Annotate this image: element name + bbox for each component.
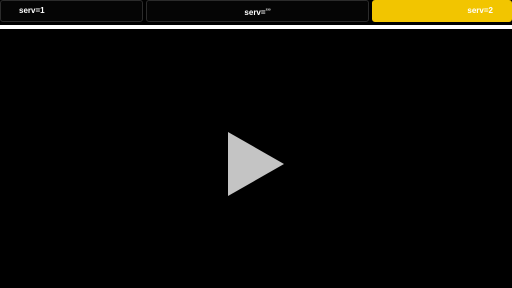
video-page: serv=1 serv=²³³ serv=2 xyxy=(0,0,512,288)
play-icon xyxy=(228,132,284,196)
server-tab-bar: serv=1 serv=²³³ serv=2 xyxy=(0,0,512,24)
tab-label-superscript: ²³³ xyxy=(265,8,271,14)
tab-label: serv=2 xyxy=(467,6,493,15)
play-icon-shape xyxy=(228,132,284,196)
tab-serv-1[interactable]: serv=1 xyxy=(0,0,143,22)
tab-serv-alt[interactable]: serv=²³³ xyxy=(146,0,369,22)
video-player[interactable] xyxy=(0,29,512,288)
play-button[interactable] xyxy=(228,132,284,196)
tab-serv-2-active[interactable]: serv=2 xyxy=(372,0,512,22)
tab-label: serv=1 xyxy=(19,6,45,15)
